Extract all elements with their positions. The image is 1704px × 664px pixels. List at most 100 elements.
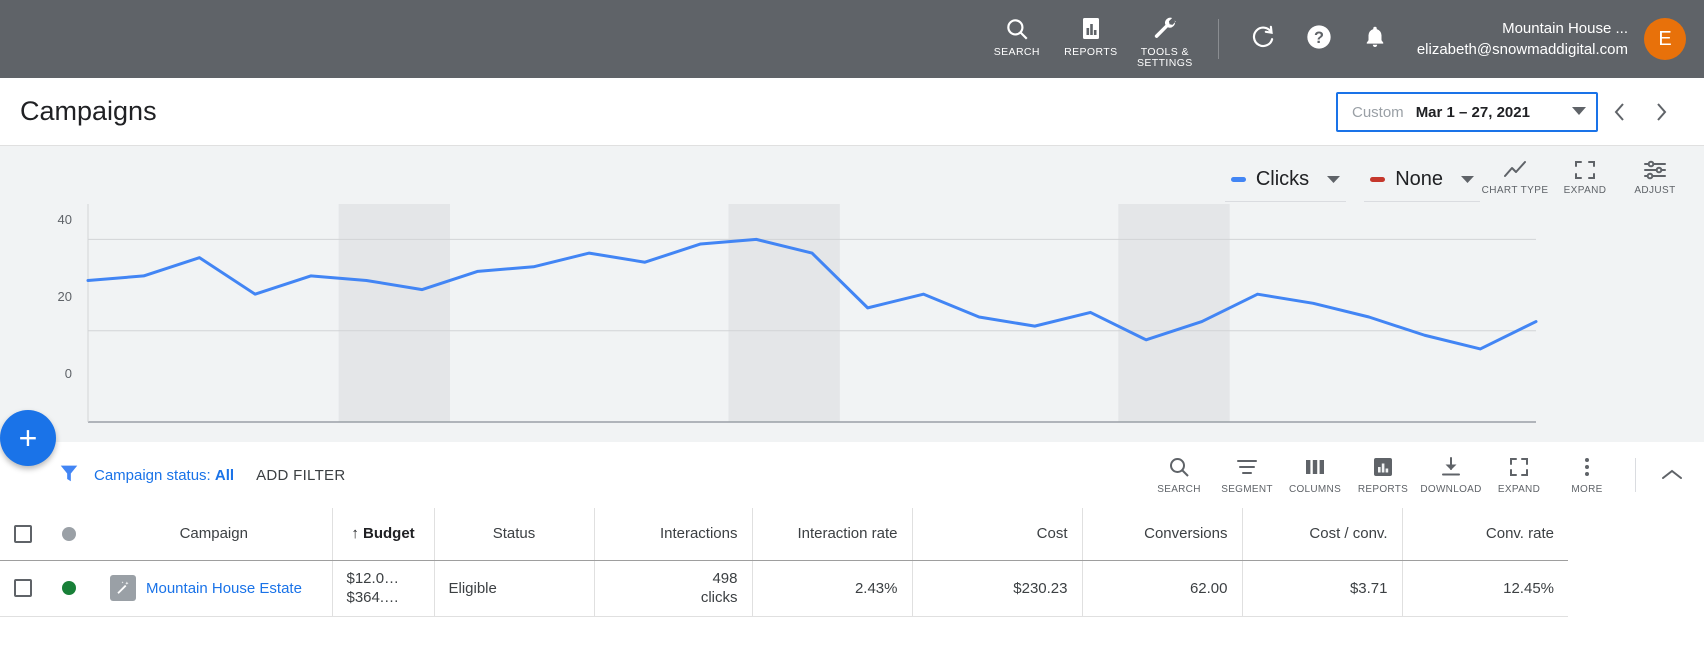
- budget-column-label: Budget: [363, 525, 415, 543]
- notifications-button[interactable]: [1347, 0, 1403, 78]
- table-download-button[interactable]: DOWNLOAD: [1417, 455, 1485, 495]
- row-campaign-cell: Mountain House Estate: [96, 560, 332, 617]
- previous-period-button[interactable]: [1598, 92, 1640, 132]
- row-budget-cell: $12.0… $364.…: [331, 560, 434, 617]
- budget-line-2: $364.…: [346, 589, 400, 606]
- table-search-button[interactable]: SEARCH: [1145, 455, 1213, 495]
- chart-type-button[interactable]: CHART TYPE: [1480, 160, 1550, 196]
- cost-column-header[interactable]: Cost: [911, 508, 1082, 561]
- interactions-value: 498: [712, 570, 738, 587]
- row-status-cell: Eligible: [433, 560, 594, 617]
- date-range-picker: Custom Mar 1 – 27, 2021: [1336, 92, 1682, 132]
- conv-rate-column-header[interactable]: Conv. rate: [1401, 508, 1568, 561]
- status-dot-header: [48, 508, 96, 561]
- budget-column-header[interactable]: ↑ Budget: [331, 508, 434, 561]
- interaction-rate-column-header[interactable]: Interaction rate: [751, 508, 912, 561]
- row-conversions-cell: 62.00: [1081, 560, 1242, 617]
- table-more-label: MORE: [1571, 484, 1603, 495]
- select-all-checkbox[interactable]: [14, 524, 32, 543]
- chart-expand-label: EXPAND: [1563, 185, 1607, 196]
- table-reports-button[interactable]: REPORTS: [1349, 455, 1417, 495]
- table-header-row: Campaign ↑ Budget Status Interactions In…: [0, 508, 1568, 561]
- cost-per-conv-column-header[interactable]: Cost / conv.: [1241, 508, 1402, 561]
- row-interaction-rate-cell: 2.43%: [751, 560, 912, 617]
- table-segment-button[interactable]: SEGMENT: [1213, 455, 1281, 495]
- interactions-unit: clicks: [700, 589, 738, 606]
- metric2-color-dash: [1370, 177, 1386, 182]
- search-button[interactable]: SEARCH: [980, 0, 1054, 58]
- metric-selector-secondary[interactable]: None: [1364, 158, 1480, 202]
- table-columns-label: COLUMNS: [1288, 484, 1342, 495]
- top-navigation-bar: SEARCH REPORTS TOOLS & SETTINGS ? Mounta…: [0, 0, 1704, 78]
- tools-settings-button[interactable]: TOOLS & SETTINGS: [1128, 0, 1202, 69]
- avatar[interactable]: E: [1644, 18, 1686, 60]
- table-columns-button[interactable]: COLUMNS: [1281, 455, 1349, 495]
- top-icon-group: SEARCH REPORTS TOOLS & SETTINGS ?: [980, 0, 1403, 78]
- chart-controls: Clicks None CHART TYPE EXPAND ADJUST: [1224, 152, 1690, 202]
- row-checkbox[interactable]: [14, 579, 32, 597]
- help-icon: ?: [1305, 23, 1333, 56]
- date-range-prefix: Custom: [1352, 103, 1404, 121]
- table-segment-label: SEGMENT: [1221, 484, 1273, 495]
- date-range-value: Mar 1 – 27, 2021: [1415, 103, 1530, 121]
- bell-icon: [1362, 24, 1388, 55]
- help-button[interactable]: ?: [1291, 0, 1347, 78]
- campaign-name-link[interactable]: Mountain House Estate: [146, 579, 302, 598]
- chart-adjust-label: ADJUST: [1634, 185, 1676, 196]
- select-all-header[interactable]: [0, 508, 48, 561]
- row-cost-per-conv-cell: $3.71: [1241, 560, 1402, 617]
- campaigns-table: Campaign ↑ Budget Status Interactions In…: [0, 508, 1568, 617]
- y-axis-tick-0: 0: [64, 366, 72, 381]
- campaign-status-prefix: Campaign status:: [94, 466, 215, 484]
- chevron-down-icon: [1546, 103, 1586, 121]
- google-ads-campaigns-page: SEARCH REPORTS TOOLS & SETTINGS ? Mounta…: [0, 0, 1704, 664]
- account-info[interactable]: Mountain House ... elizabeth@snowmaddigi…: [1417, 18, 1628, 60]
- svg-text:?: ?: [1314, 28, 1324, 46]
- tools-settings-icon: [1152, 14, 1178, 44]
- campaign-status-filter[interactable]: Campaign status: All: [94, 467, 234, 484]
- row-conv-rate-cell: 12.45%: [1401, 560, 1568, 617]
- y-axis-tick-40: 40: [57, 212, 72, 227]
- chevron-down-icon: [1327, 171, 1341, 189]
- interactions-column-header[interactable]: Interactions: [593, 508, 752, 561]
- refresh-button[interactable]: [1235, 0, 1291, 78]
- table-more-button[interactable]: MORE: [1553, 455, 1621, 495]
- chart-svg: [86, 204, 1538, 423]
- chart-adjust-button[interactable]: ADJUST: [1620, 160, 1690, 196]
- collapse-chart-button[interactable]: [1650, 468, 1694, 482]
- next-period-button[interactable]: [1640, 92, 1682, 132]
- metric1-color-dash: [1230, 177, 1246, 182]
- add-filter-button[interactable]: ADD FILTER: [256, 467, 345, 484]
- chart-plot-area: [0, 202, 1568, 442]
- performance-chart: Clicks None CHART TYPE EXPAND ADJUST 40 …: [0, 146, 1704, 501]
- table-row[interactable]: Mountain House Estate $12.0… $364.… Elig…: [0, 560, 1568, 617]
- budget-sort-icon: ↑: [351, 525, 359, 543]
- metric-selector-primary[interactable]: Clicks: [1224, 158, 1347, 202]
- campaign-column-header[interactable]: Campaign: [96, 508, 332, 561]
- new-campaign-button[interactable]: +: [0, 410, 56, 466]
- table-toolbar: SEARCH SEGMENT COLUMNS REPORTS DOWNLOAD …: [1145, 455, 1704, 495]
- chevron-down-icon: [1461, 171, 1474, 189]
- search-label: SEARCH: [993, 46, 1040, 58]
- toolbar-divider: [1217, 19, 1219, 59]
- metric1-label: Clicks: [1255, 168, 1310, 190]
- date-range-select[interactable]: Custom Mar 1 – 27, 2021: [1336, 92, 1598, 132]
- status-column-header[interactable]: Status: [433, 508, 594, 561]
- row-select-cell[interactable]: [0, 560, 48, 617]
- account-name: Mountain House ...: [1502, 20, 1628, 37]
- tools-settings-label: TOOLS & SETTINGS: [1136, 46, 1193, 69]
- table-expand-button[interactable]: EXPAND: [1485, 455, 1553, 495]
- filter-icon[interactable]: [58, 462, 80, 489]
- conversions-column-header[interactable]: Conversions: [1081, 508, 1242, 561]
- status-dot-icon: [62, 526, 76, 541]
- chart-expand-button[interactable]: EXPAND: [1550, 160, 1620, 196]
- row-status-dot-cell: [48, 560, 96, 617]
- chart-type-label: CHART TYPE: [1481, 185, 1549, 196]
- page-header: Campaigns Custom Mar 1 – 27, 2021: [0, 78, 1704, 146]
- y-axis-tick-20: 20: [57, 289, 72, 304]
- status-dot-icon: [62, 581, 76, 595]
- table-expand-label: EXPAND: [1497, 484, 1541, 495]
- budget-line-1: $12.0…: [346, 570, 400, 587]
- metric2-label: None: [1395, 168, 1443, 190]
- reports-button[interactable]: REPORTS: [1054, 0, 1128, 58]
